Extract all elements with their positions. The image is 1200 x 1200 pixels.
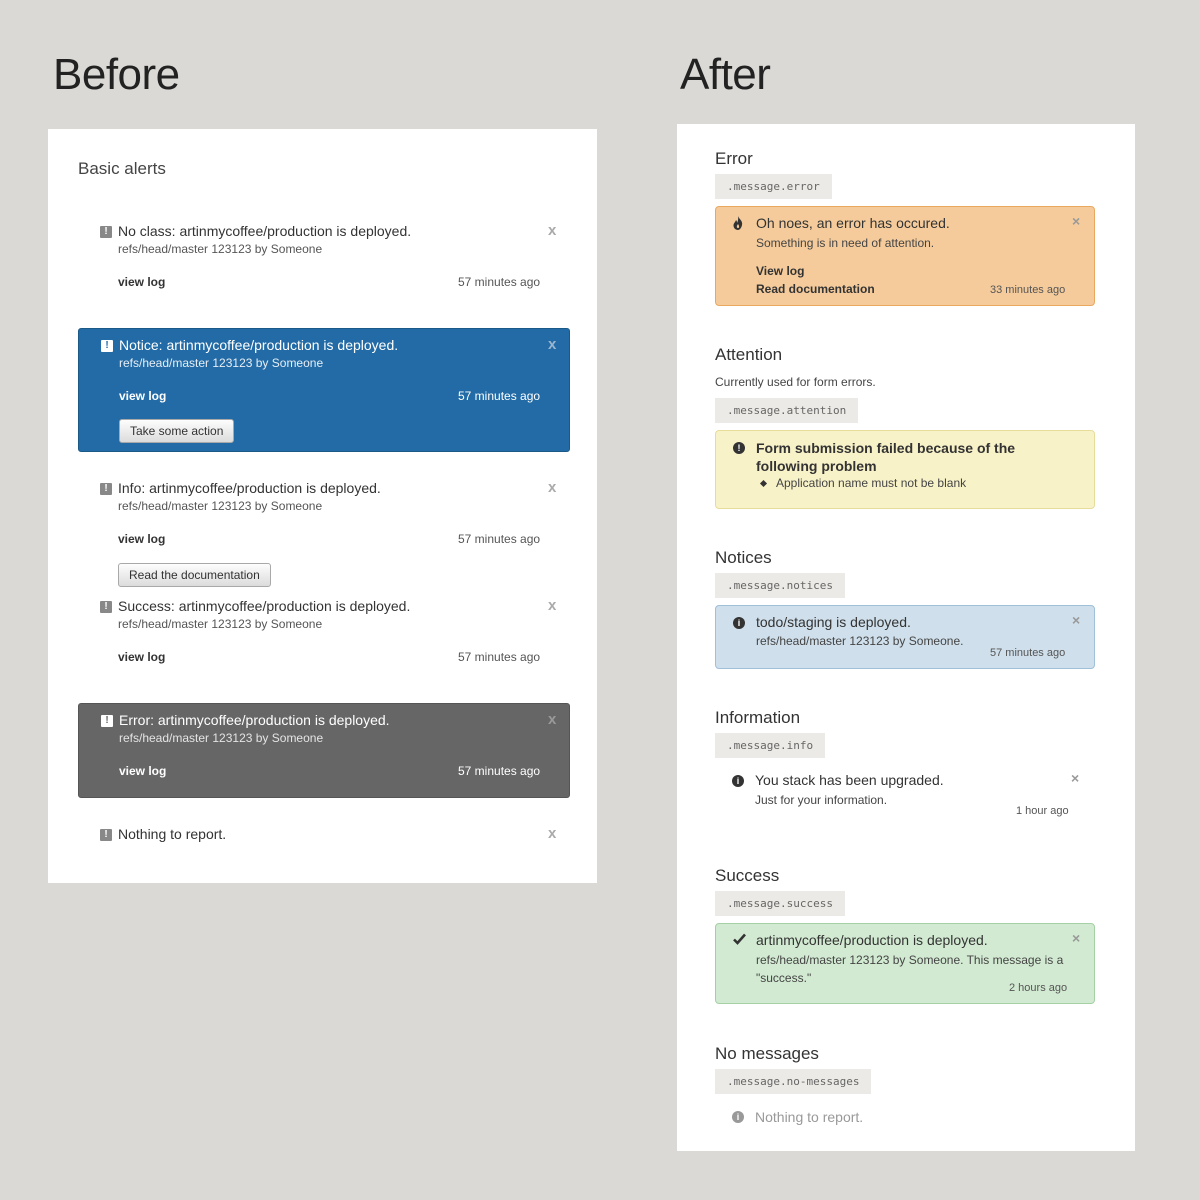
close-icon[interactable]: x: [548, 597, 556, 614]
after-panel: Error .message.error Oh noes, an error h…: [677, 124, 1135, 1151]
message-info: i You stack has been upgraded. Just for …: [715, 765, 1095, 831]
alert-time: 57 minutes ago: [458, 275, 541, 289]
info-icon: i: [733, 617, 745, 629]
close-icon[interactable]: ×: [1072, 930, 1080, 946]
view-log-link[interactable]: view log: [118, 532, 165, 546]
alert-title: No class: artinmycoffee/production is de…: [118, 223, 412, 239]
close-icon[interactable]: x: [548, 336, 556, 353]
message-notices: i todo/staging is deployed. refs/head/ma…: [715, 605, 1095, 669]
alert-icon: !: [100, 601, 112, 613]
checkmark-icon: [733, 933, 746, 948]
section-label-no-messages: No messages: [715, 1044, 819, 1063]
code-label-error: .message.error: [715, 174, 832, 199]
message-subtitle: Just for your information.: [755, 793, 888, 807]
alert-title: Success: artinmycoffee/production is dep…: [118, 598, 411, 614]
view-log-link[interactable]: view log: [118, 275, 165, 289]
view-log-link[interactable]: view log: [119, 764, 166, 778]
view-log-link[interactable]: view log: [118, 650, 165, 664]
message-time: 57 minutes ago: [990, 647, 1066, 659]
alert-subtitle: refs/head/master 123123 by Someone: [118, 499, 323, 513]
close-icon[interactable]: x: [548, 711, 556, 728]
fire-icon: [732, 216, 744, 233]
alert-subtitle: refs/head/master 123123 by Someone: [119, 731, 324, 745]
before-heading: Before: [53, 50, 180, 99]
code-label-notices: .message.notices: [715, 573, 845, 598]
info-icon: i: [732, 1111, 744, 1123]
alert-time: 57 minutes ago: [458, 532, 541, 546]
alert-time: 57 minutes ago: [458, 389, 541, 403]
alert-title: Info: artinmycoffee/production is deploy…: [118, 480, 381, 496]
alert-error: ! Error: artinmycoffee/production is dep…: [78, 703, 570, 798]
message-time: 2 hours ago: [1009, 982, 1068, 994]
alert-icon: !: [100, 226, 112, 238]
message-title: Oh noes, an error has occured.: [756, 215, 950, 231]
alert-subtitle: refs/head/master 123123 by Someone: [119, 356, 324, 370]
message-attention: ! Form submission failed because of the …: [715, 430, 1095, 509]
alert-icon: !: [101, 715, 113, 727]
read-documentation-link[interactable]: Read documentation: [756, 282, 875, 296]
alert-time: 57 minutes ago: [458, 650, 541, 664]
exclamation-icon: !: [733, 442, 745, 454]
alert-subtitle: refs/head/master 123123 by Someone: [118, 242, 323, 256]
section-label-success: Success: [715, 866, 780, 885]
section-label-attention: Attention: [715, 345, 783, 364]
bullet-dot: [759, 479, 768, 488]
message-title: todo/staging is deployed.: [756, 614, 911, 630]
before-panel: Basic alerts ! No class: artinmycoffee/p…: [48, 129, 597, 883]
view-log-link[interactable]: view log: [119, 389, 166, 403]
code-label-info: .message.info: [715, 733, 826, 758]
message-subtitle: Something is in need of attention.: [756, 236, 935, 250]
close-icon[interactable]: x: [548, 222, 556, 239]
message-title: You stack has been upgraded.: [755, 772, 944, 788]
close-icon[interactable]: ×: [1072, 612, 1080, 628]
alert-title: Notice: artinmycoffee/production is depl…: [119, 337, 399, 353]
alert-title: Error: artinmycoffee/production is deplo…: [119, 712, 390, 728]
take-action-button[interactable]: Take some action: [119, 419, 235, 443]
section-label-error: Error: [715, 149, 753, 168]
close-icon[interactable]: x: [548, 479, 556, 496]
code-label-success: .message.success: [715, 891, 845, 916]
close-icon[interactable]: x: [548, 825, 556, 842]
message-time: 1 hour ago: [1016, 805, 1069, 817]
code-label-no-messages: .message.no-messages: [715, 1069, 872, 1094]
message-subtitle: refs/head/master 123123 by Someone.: [756, 634, 964, 648]
panel-title: Basic alerts: [78, 159, 166, 178]
alert-title: Nothing to report.: [118, 826, 227, 842]
alert-icon: !: [100, 829, 112, 841]
section-label-info: Information: [715, 708, 801, 727]
info-icon: i: [732, 775, 744, 787]
alert-icon: !: [100, 483, 112, 495]
alert-time: 57 minutes ago: [458, 764, 541, 778]
message-time: 33 minutes ago: [990, 284, 1066, 296]
view-log-link[interactable]: View log: [756, 264, 804, 278]
message-title: Form submission failed because of the fo…: [756, 440, 1016, 474]
bullet-item: Application name must not be blank: [776, 476, 967, 490]
message-title: Nothing to report.: [755, 1109, 864, 1125]
read-documentation-button[interactable]: Read the documentation: [118, 563, 271, 587]
message-error: Oh noes, an error has occured. Something…: [715, 206, 1095, 306]
alert-subtitle: refs/head/master 123123 by Someone: [118, 617, 323, 631]
after-heading: After: [680, 50, 771, 99]
close-icon[interactable]: ×: [1072, 213, 1080, 229]
section-description: Currently used for form errors.: [715, 375, 876, 389]
close-icon[interactable]: ×: [1071, 770, 1079, 786]
message-title: artinmycoffee/production is deployed.: [756, 932, 988, 948]
message-success: artinmycoffee/production is deployed. re…: [715, 923, 1095, 1004]
alert-icon: !: [101, 340, 113, 352]
alert-notice: ! Notice: artinmycoffee/production is de…: [78, 328, 570, 452]
code-label-attention: .message.attention: [715, 398, 859, 423]
section-label-notices: Notices: [715, 548, 772, 567]
